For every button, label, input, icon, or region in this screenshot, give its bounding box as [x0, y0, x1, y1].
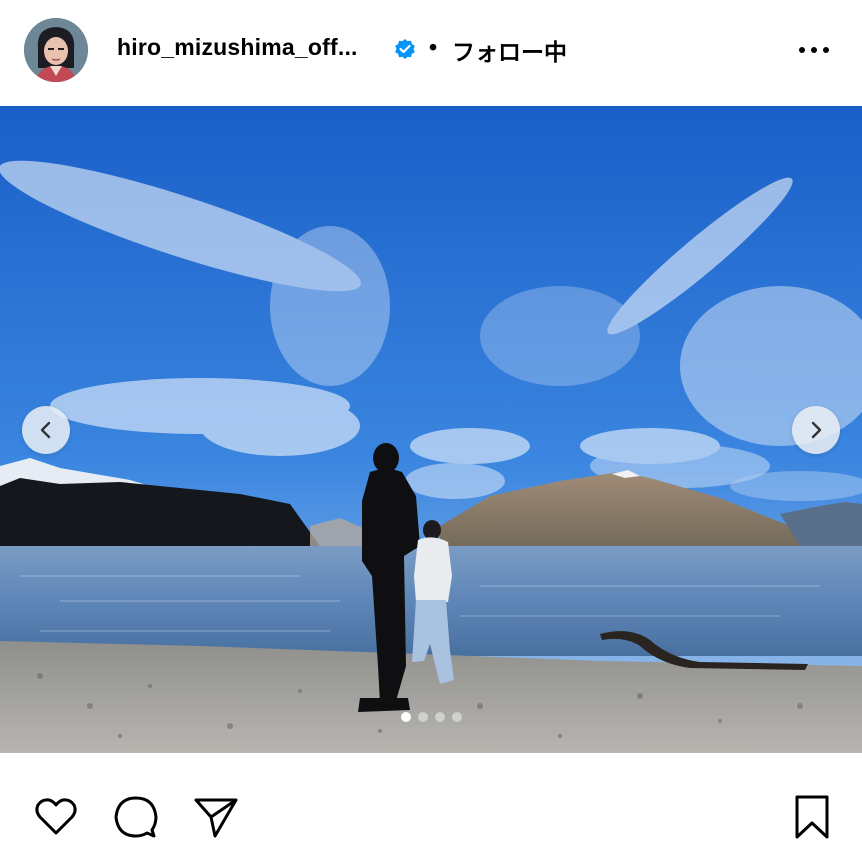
carousel-dot	[451, 712, 462, 722]
carousel-next-button[interactable]	[792, 406, 840, 454]
avatar[interactable]	[24, 18, 88, 82]
carousel-dot-active	[400, 712, 411, 722]
heart-icon[interactable]	[32, 793, 80, 841]
action-bar	[0, 753, 862, 849]
more-options-icon[interactable]	[796, 40, 832, 60]
post-header: hiro_mizushima_off... • フォロー中	[0, 0, 862, 106]
chevron-left-icon	[40, 421, 51, 439]
verified-badge-icon	[393, 37, 417, 61]
chevron-right-icon	[811, 421, 822, 439]
carousel-indicator	[0, 712, 862, 724]
comment-icon[interactable]	[112, 793, 160, 841]
username[interactable]: hiro_mizushima_off...	[117, 34, 358, 61]
avatar-image	[24, 18, 88, 82]
lake-landscape-image	[0, 106, 862, 753]
carousel-dot	[417, 712, 428, 722]
separator: •	[429, 34, 438, 60]
follow-status-button[interactable]: フォロー中	[452, 33, 567, 67]
bookmark-icon[interactable]	[788, 793, 836, 841]
send-icon[interactable]	[192, 793, 240, 841]
carousel-prev-button[interactable]	[22, 406, 70, 454]
post-photo[interactable]	[0, 106, 862, 753]
carousel-dot	[434, 712, 445, 722]
